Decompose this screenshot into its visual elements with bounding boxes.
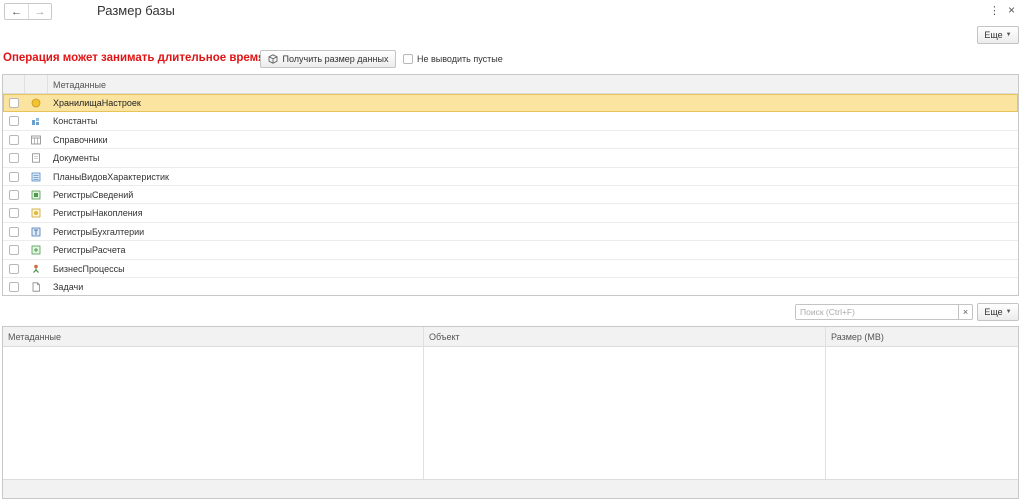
tree-header-check-column [3,75,25,94]
information-registers-icon [31,190,41,200]
column-divider [825,327,826,498]
row-label: РегистрыБухгалтерии [53,226,145,237]
column-header-metadata[interactable]: Метаданные [8,332,61,342]
hide-empty-checkbox[interactable] [403,54,413,64]
clear-icon[interactable]: × [958,305,972,319]
row-checkbox[interactable] [9,171,19,182]
calculation-registers-icon [31,245,41,255]
row-checkbox[interactable] [9,134,19,145]
tree-header-icon-column [25,75,48,94]
navigation-buttons: ← → [4,3,52,20]
row-label: РегистрыРасчета [53,245,126,256]
warning-text: Операция может занимать длительное время… [3,52,269,64]
results-table: Метаданные Объект Размер (MB) [2,326,1019,499]
arrow-right-icon[interactable]: → [28,4,51,19]
catalogs-icon [31,135,41,145]
more-button-top[interactable]: Еще ▼ [977,26,1019,44]
hide-empty-label[interactable]: Не выводить пустые [417,54,503,64]
row-label: Документы [53,153,100,164]
tree-row[interactable]: Задачи [3,278,1018,296]
tree-row[interactable]: РегистрыСведений [3,186,1018,205]
row-label: ПланыВидовХарактеристик [53,171,169,182]
row-checkbox[interactable] [9,263,19,274]
settings-storage-icon [31,98,41,108]
row-checkbox[interactable] [9,281,19,292]
row-checkbox[interactable] [9,245,19,256]
row-label: Константы [53,116,98,127]
page-title: Размер базы [97,3,175,18]
column-divider [423,327,424,498]
accounting-registers-icon [31,227,41,237]
more-button-label: Еще [984,307,1003,317]
constants-icon [32,118,39,126]
characteristic-plans-icon [31,172,41,181]
results-footer [3,479,1018,498]
tree-header-metadata[interactable]: Метаданные [53,80,106,90]
business-processes-icon [33,264,39,273]
row-checkbox[interactable] [9,208,19,219]
row-label: Справочники [53,134,108,145]
metadata-tree-table: Метаданные ХранилищаНастроек Константы С… [2,74,1019,296]
row-checkbox[interactable] [9,189,19,200]
row-checkbox[interactable] [9,226,19,237]
results-header: Метаданные Объект Размер (MB) [3,327,1018,347]
column-header-object[interactable]: Объект [429,332,460,342]
row-checkbox[interactable] [9,98,19,108]
tree-row[interactable]: РегистрыРасчета [3,241,1018,260]
tree-row[interactable]: РегистрыНакопления [3,204,1018,223]
get-data-size-label: Получить размер данных [282,54,389,64]
arrow-left-icon[interactable]: ← [5,4,28,19]
tree-row[interactable]: БизнесПроцессы [3,260,1018,278]
hide-empty-option: Не выводить пустые [403,54,503,64]
row-label: РегистрыНакопления [53,208,143,219]
accumulation-registers-icon [31,208,41,218]
documents-icon [32,153,40,163]
get-data-size-button[interactable]: Получить размер данных [260,50,396,68]
row-checkbox[interactable] [9,116,19,127]
tasks-icon [32,282,40,292]
tree-row[interactable]: РегистрыБухгалтерии [3,223,1018,242]
row-label: ХранилищаНастроек [53,98,141,108]
tree-row[interactable]: Константы [3,112,1018,131]
more-vertical-icon[interactable]: ⋮ [989,4,1000,17]
tree-header: Метаданные [3,75,1018,94]
chevron-down-icon: ▼ [1005,32,1012,38]
close-icon[interactable]: × [1008,3,1015,17]
chevron-down-icon: ▼ [1005,309,1012,315]
search-box: × [795,304,973,320]
row-checkbox[interactable] [9,153,19,164]
row-label: РегистрыСведений [53,189,134,200]
search-input[interactable] [796,305,954,319]
tree-row[interactable]: Справочники [3,131,1018,150]
cube-icon [268,54,277,64]
tree-row[interactable]: Документы [3,149,1018,168]
row-label: БизнесПроцессы [53,263,125,274]
row-label: Задачи [53,281,84,292]
tree-row[interactable]: ХранилищаНастроек [3,94,1018,113]
more-button-label: Еще [984,30,1003,40]
more-button-results[interactable]: Еще ▼ [977,303,1019,321]
column-header-size[interactable]: Размер (MB) [831,332,884,342]
tree-row[interactable]: ПланыВидовХарактеристик [3,168,1018,186]
